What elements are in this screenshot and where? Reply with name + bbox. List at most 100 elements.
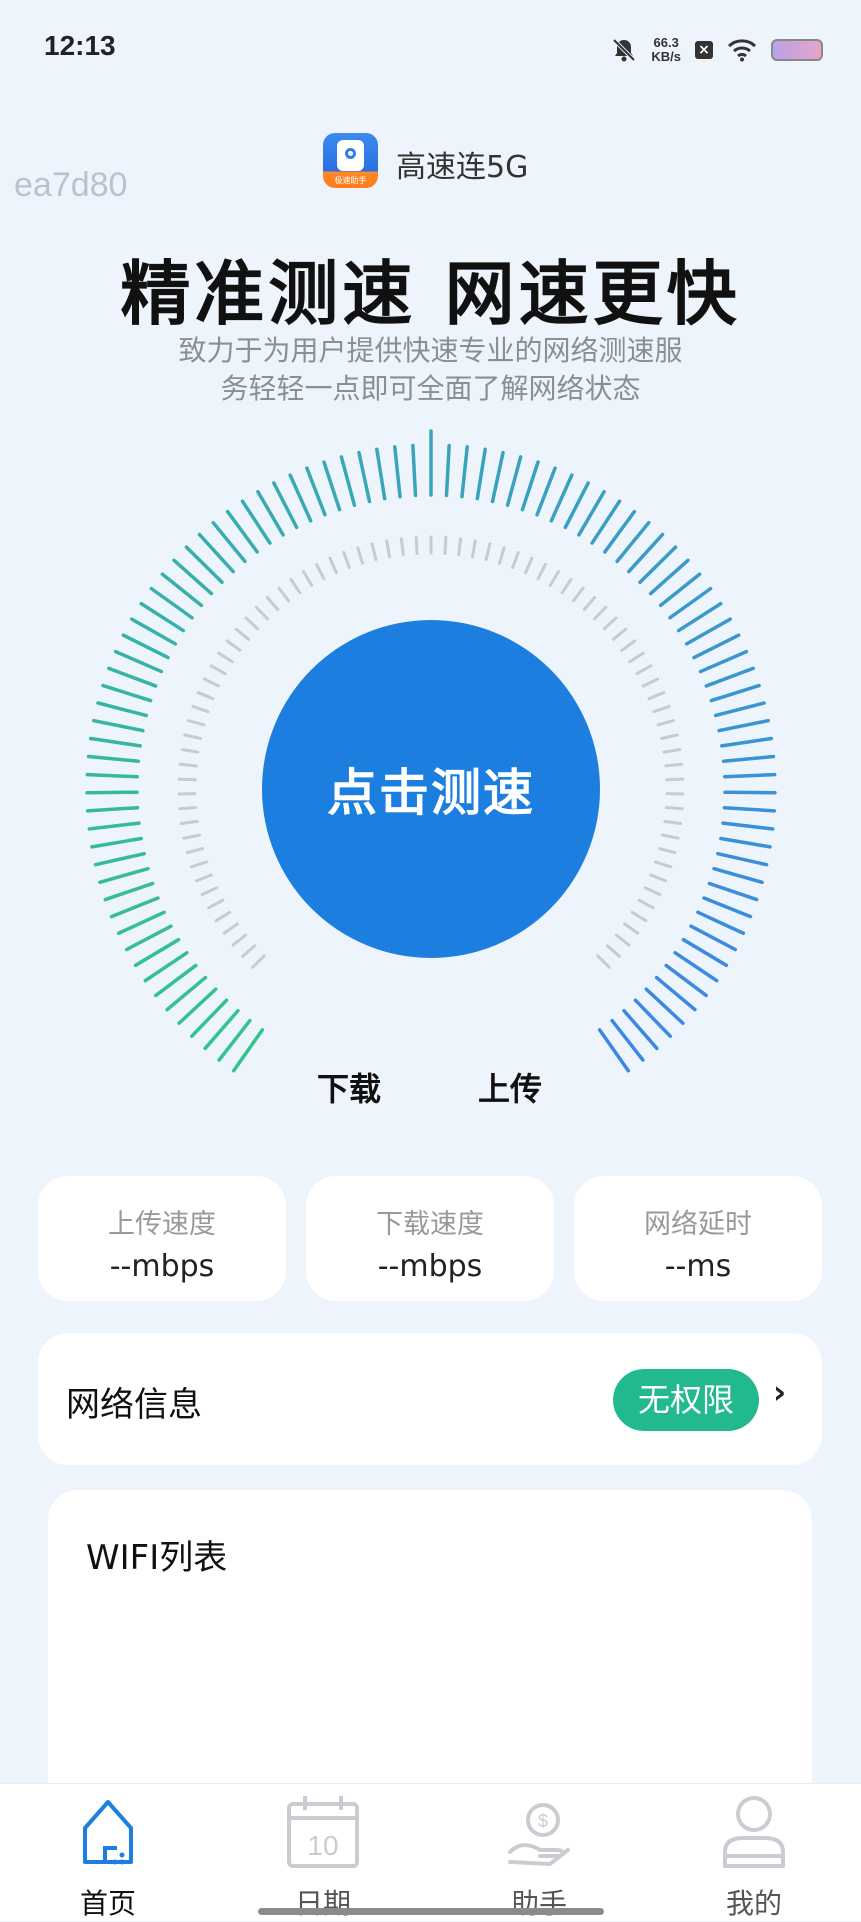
status-icons: 66.3 KB/s × <box>611 30 823 70</box>
gauge-outer-tick <box>105 884 152 900</box>
home-icon <box>75 1792 141 1872</box>
gauge-inner-tick <box>667 779 683 780</box>
gauge-inner-tick <box>180 808 196 809</box>
gauge-inner-tick <box>256 607 267 619</box>
gauge-inner-tick <box>193 706 208 711</box>
gauge-inner-tick <box>625 924 638 933</box>
gauge-outer-tick <box>711 686 759 701</box>
gauge-outer-tick <box>706 668 753 686</box>
gauge-inner-tick <box>472 541 475 557</box>
app-logo-caption: 极速助手 <box>323 174 378 188</box>
chevron-right-icon: › <box>773 1373 786 1411</box>
gauge-outer-tick <box>413 445 416 495</box>
stat-value: --ms <box>574 1249 822 1284</box>
gauge-inner-tick <box>219 653 232 662</box>
gauge-inner-tick <box>236 629 248 639</box>
download-label: 下载 <box>317 1064 381 1110</box>
tab-mine[interactable]: 我的 <box>684 1784 824 1921</box>
gauge-inner-tick <box>630 653 643 662</box>
gauge-inner-tick <box>358 548 363 563</box>
gauge-outer-tick <box>701 652 747 672</box>
gauge-outer-tick <box>395 447 400 497</box>
net-speed-value: 66.3 <box>651 36 681 50</box>
gauge-outer-tick <box>89 823 139 829</box>
gauge-outer-tick <box>87 792 137 793</box>
svg-text:$: $ <box>538 1811 548 1831</box>
gauge-outer-tick <box>92 838 141 846</box>
gauge-inner-tick <box>211 666 225 674</box>
download-speed-card: 下载速度 --mbps <box>306 1176 554 1301</box>
gauge-inner-tick <box>459 539 461 555</box>
gauge-inner-tick <box>500 548 505 563</box>
battery-icon <box>771 39 823 61</box>
gauge-outer-tick <box>103 686 151 701</box>
gauge-inner-tick <box>598 956 609 967</box>
gauge-inner-tick <box>267 597 277 609</box>
gauge-outer-tick <box>477 449 485 498</box>
gauge-outer-tick <box>493 453 503 502</box>
gauge-inner-tick <box>573 588 583 601</box>
gauge-inner-tick <box>344 553 350 568</box>
gauge-outer-tick <box>709 884 756 900</box>
gauge-inner-tick <box>317 564 324 578</box>
upload-speed-card: 上传速度 --mbps <box>38 1176 286 1301</box>
gauge-inner-tick <box>180 764 196 766</box>
network-info-title: 网络信息 <box>66 1377 202 1426</box>
gauge-inner-tick <box>643 679 657 686</box>
gauge-outer-tick <box>123 635 168 657</box>
gauge-inner-tick <box>645 888 660 895</box>
gauge-outer-tick <box>698 912 743 933</box>
permission-badge[interactable]: 无权限 <box>613 1369 759 1431</box>
gauge-inner-tick <box>616 935 629 945</box>
gauge-outer-tick <box>109 668 156 686</box>
gauge-inner-tick <box>651 875 666 881</box>
gauge-outer-tick <box>716 703 764 716</box>
stat-title: 上传速度 <box>38 1202 286 1241</box>
app-name: 高速连5G <box>396 142 528 186</box>
gauge-outer-tick <box>116 652 162 672</box>
tab-label: 助手 <box>469 1882 609 1922</box>
tab-home[interactable]: 首页 <box>38 1784 178 1921</box>
gauge-inner-tick <box>291 579 300 592</box>
gauge-inner-tick <box>562 579 571 592</box>
gauge-inner-tick <box>665 821 681 823</box>
gauge-inner-tick <box>304 572 312 586</box>
tab-date[interactable]: 10 日期 <box>253 1784 393 1921</box>
gauge-outer-tick <box>718 854 767 865</box>
gauge-outer-tick <box>508 457 521 505</box>
gauge-outer-tick <box>91 739 140 746</box>
gauge-inner-tick <box>191 862 206 867</box>
watermark: ea7d80 <box>14 166 127 205</box>
gauge-outer-tick <box>87 775 137 777</box>
gauge-outer-tick <box>307 468 325 515</box>
gauge-outer-tick <box>719 721 768 731</box>
home-indicator[interactable] <box>258 1908 604 1915</box>
gauge-outer-tick <box>446 445 449 495</box>
gauge-outer-tick <box>565 483 588 527</box>
gauge-outer-tick <box>100 869 148 883</box>
wifi-icon <box>727 38 757 62</box>
gauge-outer-tick <box>89 757 139 762</box>
bottom-tab-bar: 首页 10 日期 $ 助手 我的 <box>0 1783 861 1921</box>
gauge-inner-tick <box>233 935 246 945</box>
tab-assistant[interactable]: $ 助手 <box>469 1784 609 1921</box>
gauge-inner-tick <box>538 564 545 578</box>
gauge-inner-tick <box>550 572 558 586</box>
gauge-inner-tick <box>253 956 264 967</box>
gauge-outer-tick <box>112 898 158 917</box>
gauge-inner-tick <box>639 900 653 908</box>
start-test-button[interactable]: 点击测速 <box>262 620 600 958</box>
gauge-inner-tick <box>649 693 664 699</box>
gauge-inner-tick <box>607 946 619 957</box>
gauge-inner-tick <box>416 537 417 553</box>
gauge-inner-tick <box>227 641 240 650</box>
headline: 精准测速 网速更快 <box>0 238 861 339</box>
gauge-inner-tick <box>622 641 635 650</box>
gauge-inner-tick <box>196 875 211 881</box>
gauge-outer-tick <box>725 775 775 777</box>
network-info-row[interactable]: 网络信息 无权限 › <box>38 1333 822 1465</box>
stat-value: --mbps <box>38 1249 286 1284</box>
money-hand-icon: $ <box>506 1792 572 1872</box>
tab-label: 日期 <box>253 1882 393 1922</box>
gauge-outer-tick <box>127 926 171 949</box>
